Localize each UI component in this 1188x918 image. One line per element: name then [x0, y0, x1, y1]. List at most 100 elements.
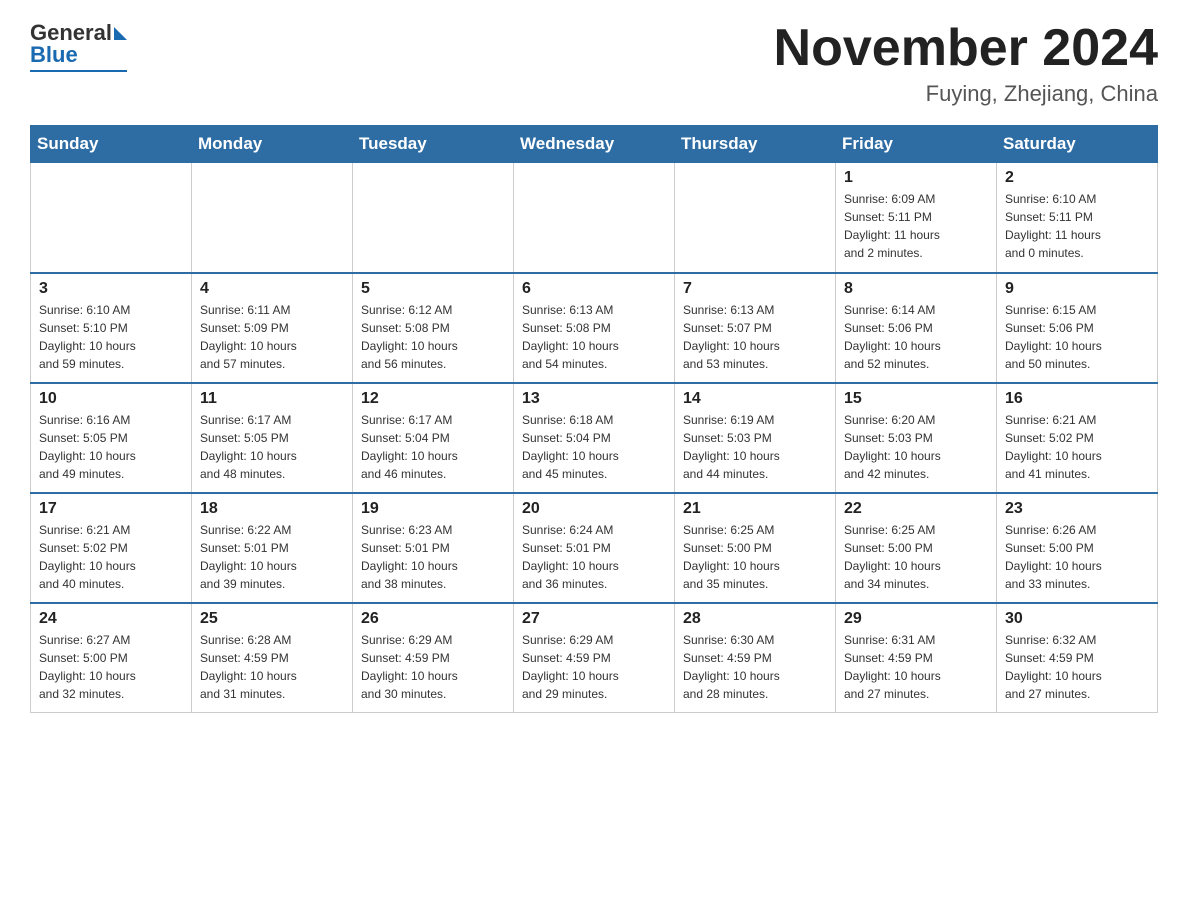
weekday-header-row: Sunday Monday Tuesday Wednesday Thursday…: [31, 126, 1158, 163]
day-number: 22: [844, 500, 988, 518]
calendar-cell-w2-d2: 4 Sunrise: 6:11 AM Sunset: 5:09 PM Daylig…: [192, 273, 353, 383]
day-info: Sunrise: 6:17 AM Sunset: 5:04 PM Dayligh…: [361, 411, 505, 483]
day-number: 8: [844, 280, 988, 298]
calendar-cell-w5-d6: 29 Sunrise: 6:31 AM Sunset: 4:59 PM Dayli…: [836, 603, 997, 713]
page-header: General Blue November 2024 Fuying, Zheji…: [30, 20, 1158, 107]
calendar-cell-w3-d2: 11 Sunrise: 6:17 AM Sunset: 5:05 PM Dayli…: [192, 383, 353, 493]
day-info: Sunrise: 6:11 AM Sunset: 5:09 PM Dayligh…: [200, 301, 344, 373]
day-info: Sunrise: 6:28 AM Sunset: 4:59 PM Dayligh…: [200, 631, 344, 703]
day-info: Sunrise: 6:29 AM Sunset: 4:59 PM Dayligh…: [522, 631, 666, 703]
title-area: November 2024 Fuying, Zhejiang, China: [774, 20, 1158, 107]
header-tuesday: Tuesday: [353, 126, 514, 163]
header-saturday: Saturday: [997, 126, 1158, 163]
day-info: Sunrise: 6:18 AM Sunset: 5:04 PM Dayligh…: [522, 411, 666, 483]
day-info: Sunrise: 6:30 AM Sunset: 4:59 PM Dayligh…: [683, 631, 827, 703]
calendar-cell-w2-d1: 3Sunrise: 6:10 AM Sunset: 5:10 PM Daylig…: [31, 273, 192, 383]
day-info: Sunrise: 6:10 AM Sunset: 5:10 PM Dayligh…: [39, 301, 183, 373]
day-number: 13: [522, 390, 666, 408]
day-number: 12: [361, 390, 505, 408]
calendar-cell-w1-d4: [514, 163, 675, 273]
day-number: 14: [683, 390, 827, 408]
logo-underline: [30, 70, 127, 72]
day-info: Sunrise: 6:14 AM Sunset: 5:06 PM Dayligh…: [844, 301, 988, 373]
calendar-cell-w5-d5: 28 Sunrise: 6:30 AM Sunset: 4:59 PM Dayli…: [675, 603, 836, 713]
day-number: 24: [39, 610, 183, 628]
day-info: Sunrise: 6:13 AM Sunset: 5:07 PM Dayligh…: [683, 301, 827, 373]
calendar-cell-w5-d4: 27Sunrise: 6:29 AM Sunset: 4:59 PM Dayli…: [514, 603, 675, 713]
day-number: 28: [683, 610, 827, 628]
month-title: November 2024: [774, 20, 1158, 77]
day-number: 4: [200, 280, 344, 298]
header-sunday: Sunday: [31, 126, 192, 163]
week-row-2: 3Sunrise: 6:10 AM Sunset: 5:10 PM Daylig…: [31, 273, 1158, 383]
day-number: 2: [1005, 169, 1149, 187]
day-info: Sunrise: 6:25 AM Sunset: 5:00 PM Dayligh…: [683, 521, 827, 593]
day-number: 16: [1005, 390, 1149, 408]
calendar-cell-w2-d3: 5Sunrise: 6:12 AM Sunset: 5:08 PM Daylig…: [353, 273, 514, 383]
day-info: Sunrise: 6:17 AM Sunset: 5:05 PM Dayligh…: [200, 411, 344, 483]
day-number: 26: [361, 610, 505, 628]
day-info: Sunrise: 6:10 AM Sunset: 5:11 PM Dayligh…: [1005, 190, 1149, 262]
day-number: 30: [1005, 610, 1149, 628]
header-wednesday: Wednesday: [514, 126, 675, 163]
calendar-cell-w1-d2: [192, 163, 353, 273]
header-monday: Monday: [192, 126, 353, 163]
calendar-cell-w4-d5: 21 Sunrise: 6:25 AM Sunset: 5:00 PM Dayli…: [675, 493, 836, 603]
calendar-cell-w3-d1: 10 Sunrise: 6:16 AM Sunset: 5:05 PM Dayli…: [31, 383, 192, 493]
calendar-cell-w2-d7: 9 Sunrise: 6:15 AM Sunset: 5:06 PM Daylig…: [997, 273, 1158, 383]
day-number: 17: [39, 500, 183, 518]
day-number: 7: [683, 280, 827, 298]
day-info: Sunrise: 6:25 AM Sunset: 5:00 PM Dayligh…: [844, 521, 988, 593]
day-number: 21: [683, 500, 827, 518]
calendar-cell-w3-d7: 16 Sunrise: 6:21 AM Sunset: 5:02 PM Dayli…: [997, 383, 1158, 493]
day-number: 11: [200, 390, 344, 408]
logo: General Blue: [30, 20, 127, 72]
day-info: Sunrise: 6:09 AM Sunset: 5:11 PM Dayligh…: [844, 190, 988, 262]
calendar-cell-w4-d3: 19Sunrise: 6:23 AM Sunset: 5:01 PM Dayli…: [353, 493, 514, 603]
day-number: 10: [39, 390, 183, 408]
day-number: 15: [844, 390, 988, 408]
logo-blue-text: Blue: [30, 42, 78, 68]
day-number: 5: [361, 280, 505, 298]
calendar-cell-w5-d2: 25Sunrise: 6:28 AM Sunset: 4:59 PM Dayli…: [192, 603, 353, 713]
day-info: Sunrise: 6:21 AM Sunset: 5:02 PM Dayligh…: [1005, 411, 1149, 483]
week-row-4: 17Sunrise: 6:21 AM Sunset: 5:02 PM Dayli…: [31, 493, 1158, 603]
calendar-cell-w5-d3: 26 Sunrise: 6:29 AM Sunset: 4:59 PM Dayli…: [353, 603, 514, 713]
calendar-cell-w4-d2: 18 Sunrise: 6:22 AM Sunset: 5:01 PM Dayli…: [192, 493, 353, 603]
week-row-1: 1 Sunrise: 6:09 AM Sunset: 5:11 PM Daylig…: [31, 163, 1158, 273]
week-row-3: 10 Sunrise: 6:16 AM Sunset: 5:05 PM Dayli…: [31, 383, 1158, 493]
day-number: 1: [844, 169, 988, 187]
day-info: Sunrise: 6:31 AM Sunset: 4:59 PM Dayligh…: [844, 631, 988, 703]
location-title: Fuying, Zhejiang, China: [774, 81, 1158, 107]
day-number: 23: [1005, 500, 1149, 518]
logo-blue-row: Blue: [30, 42, 78, 68]
day-info: Sunrise: 6:23 AM Sunset: 5:01 PM Dayligh…: [361, 521, 505, 593]
calendar-cell-w3-d3: 12 Sunrise: 6:17 AM Sunset: 5:04 PM Dayli…: [353, 383, 514, 493]
day-info: Sunrise: 6:22 AM Sunset: 5:01 PM Dayligh…: [200, 521, 344, 593]
calendar-cell-w2-d4: 6 Sunrise: 6:13 AM Sunset: 5:08 PM Daylig…: [514, 273, 675, 383]
calendar-cell-w1-d3: [353, 163, 514, 273]
day-info: Sunrise: 6:24 AM Sunset: 5:01 PM Dayligh…: [522, 521, 666, 593]
day-info: Sunrise: 6:20 AM Sunset: 5:03 PM Dayligh…: [844, 411, 988, 483]
calendar-cell-w5-d1: 24 Sunrise: 6:27 AM Sunset: 5:00 PM Dayli…: [31, 603, 192, 713]
day-info: Sunrise: 6:27 AM Sunset: 5:00 PM Dayligh…: [39, 631, 183, 703]
day-info: Sunrise: 6:29 AM Sunset: 4:59 PM Dayligh…: [361, 631, 505, 703]
calendar-cell-w1-d1: [31, 163, 192, 273]
calendar-cell-w1-d7: 2 Sunrise: 6:10 AM Sunset: 5:11 PM Daylig…: [997, 163, 1158, 273]
day-number: 6: [522, 280, 666, 298]
calendar-cell-w4-d4: 20 Sunrise: 6:24 AM Sunset: 5:01 PM Dayli…: [514, 493, 675, 603]
header-thursday: Thursday: [675, 126, 836, 163]
day-info: Sunrise: 6:26 AM Sunset: 5:00 PM Dayligh…: [1005, 521, 1149, 593]
calendar-cell-w1-d5: [675, 163, 836, 273]
day-number: 18: [200, 500, 344, 518]
day-number: 20: [522, 500, 666, 518]
day-info: Sunrise: 6:19 AM Sunset: 5:03 PM Dayligh…: [683, 411, 827, 483]
calendar-cell-w5-d7: 30Sunrise: 6:32 AM Sunset: 4:59 PM Dayli…: [997, 603, 1158, 713]
day-info: Sunrise: 6:15 AM Sunset: 5:06 PM Dayligh…: [1005, 301, 1149, 373]
day-info: Sunrise: 6:16 AM Sunset: 5:05 PM Dayligh…: [39, 411, 183, 483]
day-number: 9: [1005, 280, 1149, 298]
day-info: Sunrise: 6:13 AM Sunset: 5:08 PM Dayligh…: [522, 301, 666, 373]
day-number: 29: [844, 610, 988, 628]
calendar-cell-w1-d6: 1 Sunrise: 6:09 AM Sunset: 5:11 PM Daylig…: [836, 163, 997, 273]
calendar-table: Sunday Monday Tuesday Wednesday Thursday…: [30, 125, 1158, 713]
